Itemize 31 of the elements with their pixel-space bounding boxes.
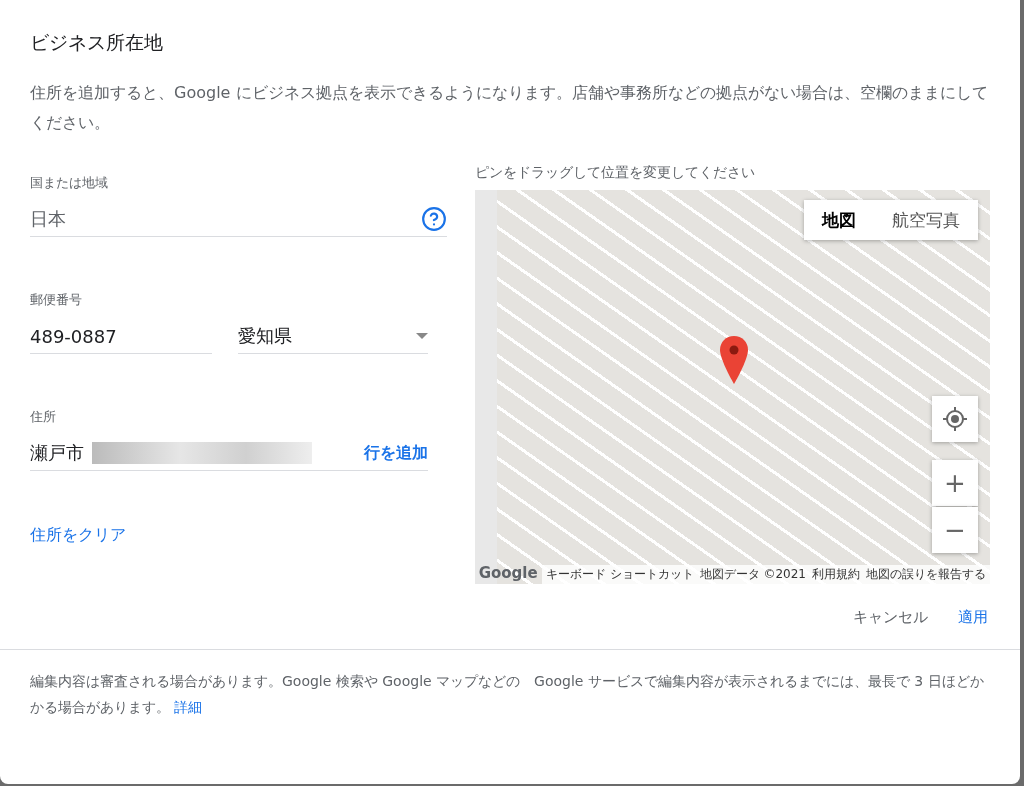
details-link[interactable]: 詳細 <box>174 699 203 717</box>
zoom-out-button[interactable]: − <box>932 507 978 553</box>
apply-button[interactable]: 適用 <box>958 608 988 627</box>
address-field[interactable]: 瀬戸市 行を追加 <box>30 436 428 471</box>
map-placeholder[interactable]: 地図 航空写真 + − Google キーボード ショートカット 地図データ ©2021 利用規約 地図の誤りを報告する <box>474 190 990 584</box>
dialog-title: ビジネス所在地 <box>30 30 164 55</box>
postal-code-field[interactable]: 489-0887 <box>30 319 212 354</box>
crosshair-icon <box>942 406 968 432</box>
prefecture-dropdown[interactable]: 愛知県 <box>238 319 428 354</box>
country-field[interactable]: 日本 <box>30 202 447 237</box>
dropdown-caret-icon <box>416 333 428 339</box>
map-footer-link[interactable]: 利用規約 <box>812 566 860 583</box>
cancel-button[interactable]: キャンセル <box>853 608 928 627</box>
map-hint: ピンをドラッグして位置を変更してください <box>474 163 756 182</box>
clear-address-link[interactable]: 住所をクリア <box>30 525 126 546</box>
description-text: 住所を追加すると、Google にビジネス拠点を表示できるようになります。店舗や事務所などの拠点がない場合は、空欄のままにしてください。 <box>30 82 989 134</box>
map-footer-link[interactable]: 地図データ ©2021 <box>699 566 806 583</box>
map-logo: Google <box>478 564 538 582</box>
field-label: 国または地域 <box>30 174 109 192</box>
zoom-in-button[interactable]: + <box>932 460 978 506</box>
help-icon[interactable] <box>420 206 447 232</box>
map-type-tab[interactable]: 航空写真 <box>874 200 978 240</box>
my-location-button[interactable] <box>932 396 978 442</box>
map-footer-link[interactable]: キーボード ショートカット <box>545 566 694 583</box>
map-footer-link[interactable]: 地図の誤りを報告する <box>866 566 986 583</box>
notice-text: 編集内容は審査される場合があります。Google 検索や Google マップなどの Google サービスで編集内容が表示されるまでには、最長で 3 日ほどかかる場合があります。 詳細 <box>0 649 1020 738</box>
field-label: 郵便番号 <box>30 291 83 309</box>
map-pin-icon[interactable] <box>718 336 749 384</box>
field-label: 住所 <box>30 408 57 426</box>
map-type-tab[interactable]: 地図 <box>804 200 874 240</box>
add-line-link[interactable]: 行を追加 <box>364 442 428 464</box>
